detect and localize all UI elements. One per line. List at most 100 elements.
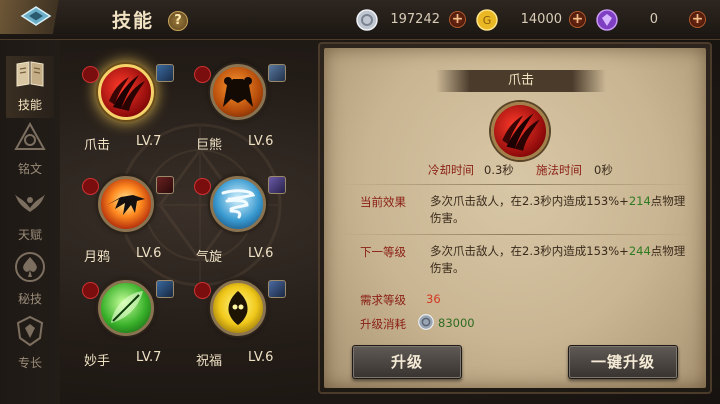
sidebar-item-label: 技能 (17, 98, 42, 112)
skill-slot-moon-crow[interactable]: 月鸦 LV.6 (76, 176, 176, 266)
skill-name: 气旋 (196, 250, 223, 265)
cast-time-value: 0秒 (594, 163, 613, 177)
help-button[interactable]: ? (168, 11, 188, 31)
element-fire-icon (82, 282, 99, 299)
divider (338, 184, 692, 185)
diamond-resource: 0 + (596, 9, 712, 31)
back-diamond-icon (20, 6, 52, 26)
rune-slot-icon[interactable] (156, 64, 174, 82)
upgrade-button[interactable]: 升级 (352, 345, 462, 379)
cooldown-value: 0.3秒 (484, 163, 514, 177)
claw-skill-icon (502, 113, 540, 151)
book-icon (16, 61, 44, 87)
skill-slot-blessing[interactable]: 祝福 LV.6 (188, 280, 288, 370)
add-silver-button[interactable]: + (449, 11, 466, 28)
skill-name: 妙手 (84, 354, 111, 369)
skill-orb (98, 64, 154, 120)
svg-text:G: G (483, 14, 492, 27)
skill-name: 月鸦 (84, 250, 111, 265)
cooldown-label: 冷却时间 (428, 163, 474, 177)
required-level-value: 36 (426, 292, 441, 306)
skill-level: LV.6 (136, 246, 162, 261)
gold-coin-icon: G (476, 9, 498, 31)
back-button[interactable] (0, 0, 78, 34)
sidebar-item-inscription[interactable]: 铭文 (6, 120, 54, 182)
effect-bonus: 244 (628, 244, 651, 258)
next-level-label: 下一等级 (360, 245, 406, 259)
purple-gem-icon (596, 9, 618, 31)
rune-slot-icon[interactable] (268, 64, 286, 82)
element-fire-icon (194, 178, 211, 195)
rune-slot-icon[interactable] (268, 176, 286, 194)
sidebar-item-secret[interactable]: 秘技 (6, 250, 54, 312)
add-gold-button[interactable]: + (569, 11, 586, 28)
effect-text: 多次爪击敌人，在2.3秒内造成153%+ (430, 194, 629, 208)
upgrade-all-button[interactable]: 一键升级 (568, 345, 678, 379)
sidebar-item-talent[interactable]: 天赋 (6, 186, 54, 248)
upgrade-cost-label: 升级消耗 (360, 317, 406, 331)
silver-coin-icon (356, 9, 378, 31)
parchment-background: 爪击 冷却时间 0.3秒 施法时间 0秒 当前效果 多次爪击敌人，在2.3秒内造… (324, 48, 706, 388)
sidebar-item-label: 专长 (17, 356, 42, 370)
effect-text: 多次爪击敌人，在2.3秒内造成153%+ (430, 244, 629, 258)
gold-value: 14000 (520, 12, 562, 27)
skill-level: LV.6 (248, 134, 274, 149)
required-level-label: 需求等级 (360, 293, 406, 307)
divider (338, 234, 692, 235)
element-fire-icon (194, 282, 211, 299)
blessing-skill-icon (228, 291, 248, 325)
skill-orb (98, 280, 154, 336)
gold-resource: G 14000 + (476, 9, 588, 31)
silver-value: 197242 (390, 12, 440, 27)
spade-emblem-icon (15, 252, 45, 282)
detail-skill-orb (491, 102, 549, 160)
game-screen: 技能 ? 197242 + G 14000 + 0 + 技能 铭文 天赋 秘技 … (0, 0, 720, 404)
rune-slot-icon[interactable] (268, 280, 286, 298)
cyclone-skill-icon (221, 189, 256, 219)
effect-bonus: 214 (628, 194, 651, 208)
crest-icon (16, 315, 44, 347)
skill-level: LV.7 (136, 350, 162, 365)
rune-slot-icon[interactable] (156, 280, 174, 298)
skill-level: LV.6 (248, 246, 274, 261)
skill-slot-deft-hand[interactable]: 妙手 LV.7 (76, 280, 176, 370)
skill-orb (210, 280, 266, 336)
skill-level: LV.6 (248, 350, 274, 365)
skill-slot-cyclone[interactable]: 气旋 LV.6 (188, 176, 288, 266)
next-level-text: 多次爪击敌人，在2.3秒内造成153%+244点物理伤害。 (430, 243, 690, 277)
sidebar: 技能 铭文 天赋 秘技 专长 (0, 40, 60, 404)
diamond-value: 0 (649, 12, 658, 27)
skill-slot-claw[interactable]: 爪击 LV.7 (76, 64, 176, 154)
upgrade-cost-value: 83000 (438, 316, 475, 330)
page-title: 技能 (112, 10, 155, 32)
rune-slot-icon[interactable] (156, 176, 174, 194)
sidebar-item-label: 天赋 (17, 228, 42, 242)
crow-skill-icon (107, 195, 145, 215)
skill-orb (98, 176, 154, 232)
cast-time-label: 施法时间 (536, 163, 582, 177)
skill-slot-bear[interactable]: 巨熊 LV.6 (188, 64, 288, 154)
skill-name: 爪击 (84, 138, 111, 153)
sidebar-item-skills[interactable]: 技能 (6, 56, 54, 118)
bear-skill-icon (223, 77, 253, 107)
skill-detail-panel: 爪击 冷却时间 0.3秒 施法时间 0秒 当前效果 多次爪击敌人，在2.3秒内造… (318, 42, 712, 394)
add-diamond-button[interactable]: + (689, 11, 706, 28)
sidebar-item-label: 秘技 (17, 292, 42, 306)
element-fire-icon (194, 66, 211, 83)
skill-orb (210, 64, 266, 120)
sidebar-item-specialty[interactable]: 专长 (6, 314, 54, 376)
wings-icon (15, 194, 45, 212)
skill-name: 祝福 (196, 354, 223, 369)
current-effect-label: 当前效果 (360, 195, 406, 209)
triangle-rune-icon (14, 121, 46, 150)
element-fire-icon (82, 66, 99, 83)
top-bar: 技能 ? 197242 + G 14000 + 0 + (0, 0, 720, 40)
skill-name: 巨熊 (196, 138, 223, 153)
detail-title: 爪击 (436, 70, 606, 92)
sidebar-item-label: 铭文 (17, 162, 42, 176)
element-fire-icon (82, 178, 99, 195)
skill-level: LV.7 (136, 134, 162, 149)
current-effect-text: 多次爪击敌人，在2.3秒内造成153%+214点物理伤害。 (430, 193, 690, 227)
claw-skill-icon (109, 75, 145, 111)
skill-orb (210, 176, 266, 232)
